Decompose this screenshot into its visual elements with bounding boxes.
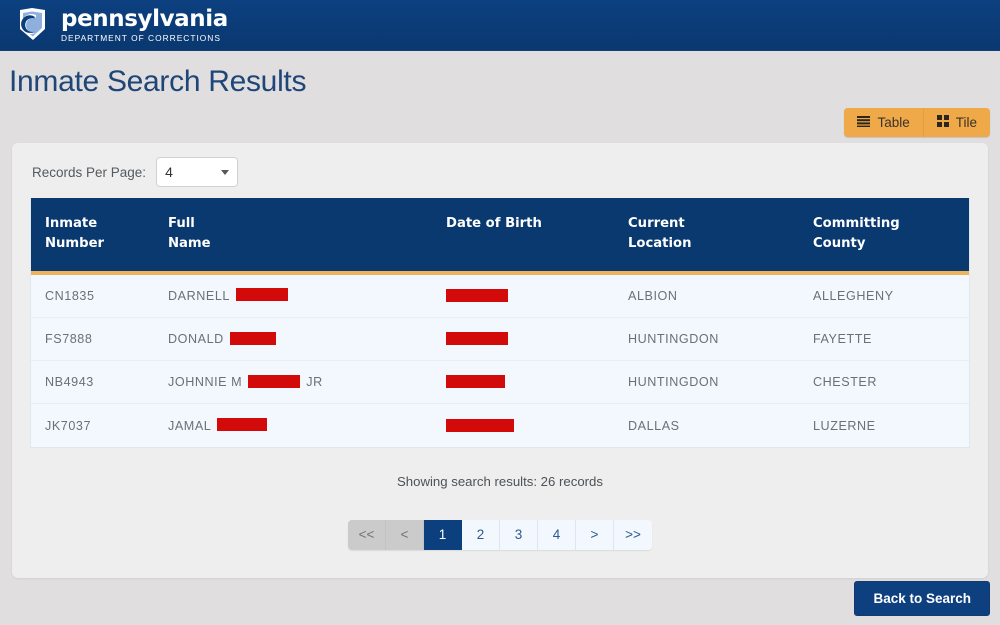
results-table-head: Inmate Number Full Name Date of Birth Cu…: [31, 198, 969, 273]
results-table: Inmate Number Full Name Date of Birth Cu…: [31, 198, 969, 447]
results-panel: Records Per Page: 4 Inmate Number Full N…: [12, 143, 988, 578]
pagination-prev: <: [386, 519, 424, 550]
cell-current-location: DALLAS: [628, 403, 813, 447]
agency-logo[interactable]: pennsylvania DEPARTMENT OF CORRECTIONS: [14, 7, 228, 43]
pagination-page-3[interactable]: 3: [500, 519, 538, 550]
column-header-line2: Number: [45, 236, 105, 252]
cell-full-name: JOHNNIE M JR: [168, 360, 446, 404]
results-summary: Showing search results: 26 records: [397, 473, 603, 489]
cell-date-of-birth: [446, 317, 628, 361]
full-name-prefix: DARNELL: [168, 288, 230, 303]
records-per-page-row: Records Per Page: 4: [12, 143, 988, 187]
dob-redaction-bar: [446, 289, 508, 303]
table-row[interactable]: JK7037 JAMAL DALLAS LUZERNE: [31, 403, 969, 447]
column-header-line1: Date of Birth: [446, 216, 542, 231]
column-header-line1: Committing: [813, 216, 900, 231]
full-name-content: JOHNNIE M JR: [168, 374, 446, 390]
cell-full-name: DONALD: [168, 317, 446, 361]
dob-redaction-bar: [446, 375, 505, 389]
name-redaction-bar: [217, 418, 268, 431]
cell-current-location: HUNTINGDON: [628, 360, 813, 404]
column-header-line1: Inmate: [45, 216, 98, 231]
cell-date-of-birth: [446, 272, 628, 318]
pagination-first: <<: [348, 519, 386, 550]
column-header-inmate-number[interactable]: Inmate Number: [31, 198, 168, 273]
pagination-last[interactable]: >>: [614, 519, 652, 550]
pagination: << <1 2 3 4 > >>: [348, 519, 652, 550]
cell-committing-county: ALLEGHENY: [813, 272, 969, 318]
page-title: Inmate Search Results: [9, 65, 307, 98]
cell-inmate-number: JK7037: [31, 403, 168, 447]
bottom-action-bar: Back to Search: [0, 581, 1000, 625]
column-header-line2: Location: [628, 236, 692, 252]
name-redaction-bar: [248, 374, 301, 388]
view-toggle-group: Table Tile: [844, 108, 990, 137]
dob-redaction-bar: [446, 418, 514, 432]
column-header-line2: Name: [168, 236, 211, 252]
logo-subtitle: DEPARTMENT OF CORRECTIONS: [61, 32, 221, 43]
list-icon: [857, 115, 871, 130]
full-name-prefix: DONALD: [168, 332, 224, 347]
table-row[interactable]: NB4943 JOHNNIE M JR HUNTINGDON CHESTER: [31, 360, 969, 404]
name-redaction-bar: [229, 331, 276, 345]
site-header: pennsylvania DEPARTMENT OF CORRECTIONS: [0, 0, 1000, 51]
table-view-label: Table: [877, 115, 910, 130]
table-view-button[interactable]: Table: [844, 108, 923, 137]
pagination-next[interactable]: >: [576, 519, 614, 550]
column-header-line1: Full: [168, 216, 195, 231]
dob-redaction-bar: [446, 332, 508, 346]
records-per-page-select[interactable]: 4: [156, 157, 239, 187]
cell-full-name: JAMAL: [168, 403, 446, 447]
cell-committing-county: LUZERNE: [813, 403, 969, 447]
cell-full-name: DARNELL: [168, 272, 446, 318]
records-per-page-value: 4: [165, 164, 173, 180]
cell-inmate-number: CN1835: [31, 272, 168, 318]
results-table-wrapper: Inmate Number Full Name Date of Birth Cu…: [30, 198, 970, 448]
results-table-body: CN1835 DARNELL ALBION ALLEGHENY FS7888 DONALD…: [31, 272, 969, 447]
tile-view-label: Tile: [955, 115, 977, 130]
cell-inmate-number: NB4943: [31, 360, 168, 404]
logo-title: pennsylvania: [61, 5, 228, 32]
column-header-line2: County: [813, 236, 866, 252]
tile-view-button[interactable]: Tile: [922, 108, 990, 137]
full-name-prefix: JAMAL: [168, 418, 212, 433]
name-redaction-bar: [235, 288, 288, 302]
pa-keystone-icon: [14, 7, 54, 43]
cell-committing-county: FAYETTE: [813, 317, 969, 361]
cell-date-of-birth: [446, 360, 628, 404]
cell-date-of-birth: [446, 403, 628, 447]
table-row[interactable]: FS7888 DONALD HUNTINGDON FAYETTE: [31, 317, 969, 361]
full-name-content: DONALD: [168, 331, 446, 347]
pagination-page-4[interactable]: 4: [538, 519, 576, 550]
column-header-current-location[interactable]: Current Location: [628, 198, 813, 273]
cell-committing-county: CHESTER: [813, 360, 969, 404]
full-name-suffix: JR: [306, 375, 323, 390]
column-header-committing-county[interactable]: Committing County: [813, 198, 969, 273]
back-to-search-button[interactable]: Back to Search: [854, 581, 990, 616]
pagination-page-2[interactable]: 2: [462, 519, 500, 550]
table-row[interactable]: CN1835 DARNELL ALBION ALLEGHENY: [31, 272, 969, 318]
cell-current-location: HUNTINGDON: [628, 317, 813, 361]
table-header-row: Inmate Number Full Name Date of Birth Cu…: [31, 198, 969, 273]
records-per-page-label: Records Per Page:: [32, 164, 147, 180]
cell-inmate-number: FS7888: [31, 317, 168, 361]
cell-current-location: ALBION: [628, 272, 813, 318]
column-header-date-of-birth[interactable]: Date of Birth: [446, 198, 628, 273]
pagination-page-1[interactable]: 1: [424, 519, 462, 550]
full-name-content: JAMAL: [168, 418, 446, 433]
chevron-down-icon: [221, 169, 230, 175]
column-header-line1: Current: [628, 216, 685, 231]
grid-icon: [936, 115, 949, 130]
pagination-row: << <1 2 3 4 > >>: [12, 519, 988, 550]
full-name-content: DARNELL: [168, 288, 446, 303]
column-header-full-name[interactable]: Full Name: [168, 198, 446, 273]
view-toggle-row: Table Tile: [0, 108, 1000, 137]
full-name-prefix: JOHNNIE M: [168, 375, 243, 390]
